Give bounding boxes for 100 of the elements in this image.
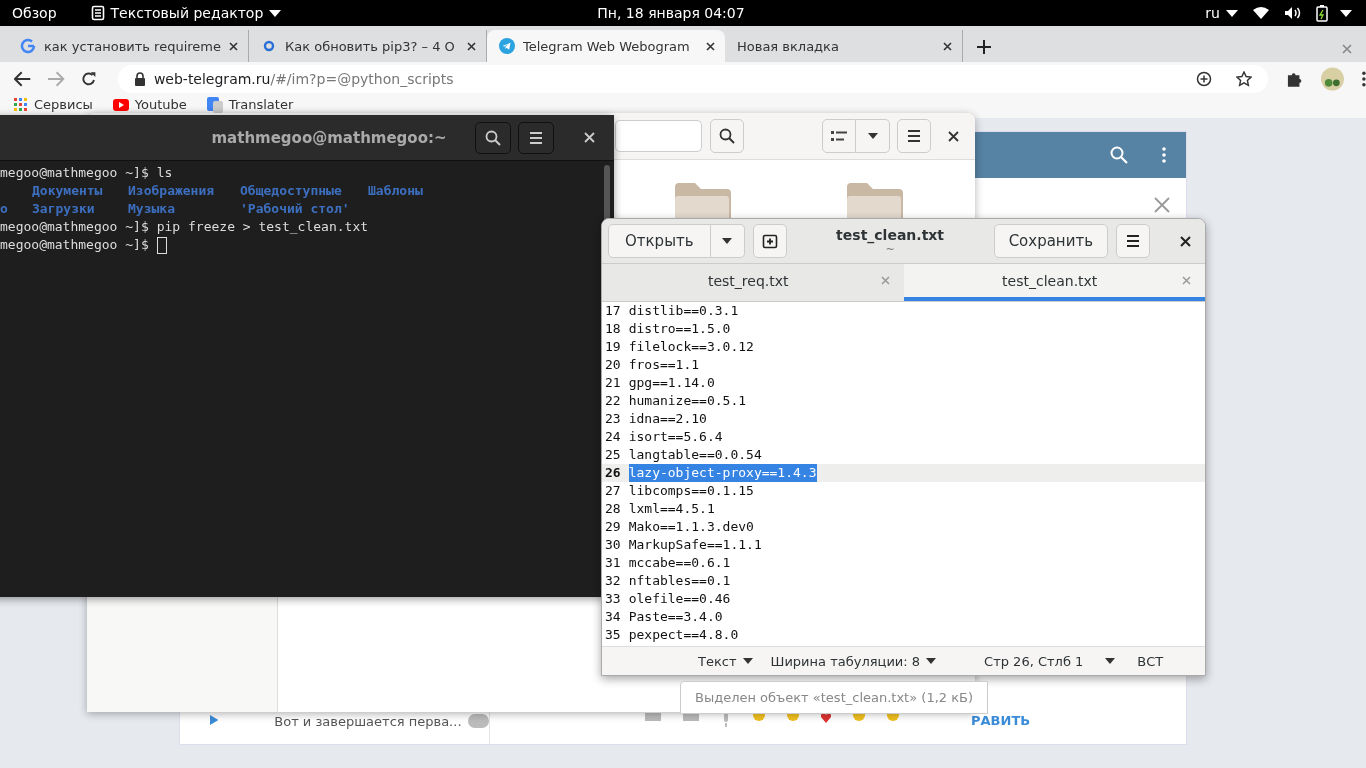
line-number: 20 xyxy=(605,356,621,374)
extensions-icon[interactable] xyxy=(1285,70,1304,88)
search-button[interactable] xyxy=(475,121,511,154)
list-icon xyxy=(831,130,847,142)
bookmark-link[interactable]: Сервисы xyxy=(14,97,93,113)
code-line: distlib==0.3.1 xyxy=(628,302,739,320)
line-number: 19 xyxy=(605,338,621,356)
terminal-prompt: megoo@mathmegoo ~]$ xyxy=(0,236,149,254)
code-line: isort==5.6.4 xyxy=(628,428,723,446)
close-icon[interactable] xyxy=(1180,235,1191,247)
more-icon[interactable] xyxy=(1162,147,1166,163)
app-menu[interactable]: Текстовый редактор xyxy=(90,5,282,21)
code-line: MarkupSafe==1.1.1 xyxy=(628,536,762,554)
window-title: test_clean.txt xyxy=(836,226,945,243)
caret-icon xyxy=(269,9,282,17)
terminal-command: ls xyxy=(156,164,173,182)
activities-button[interactable]: Обзор xyxy=(12,5,57,21)
keyboard-layout-menu[interactable]: ru xyxy=(1205,5,1238,21)
chat-preview[interactable]: Вот и завершается перва... xyxy=(274,714,462,729)
terminal-prompt: megoo@mathmegoo ~]$ xyxy=(0,164,149,182)
bookmark-link[interactable]: Translater xyxy=(206,97,294,113)
tooltip: Выделен объект «test_clean.txt» (1,2 кБ) xyxy=(680,681,989,714)
open-button[interactable]: Открыть xyxy=(608,224,711,258)
profile-avatar[interactable] xyxy=(1321,67,1345,91)
document-tab[interactable]: test_clean.txt xyxy=(903,264,1205,301)
bookmark-link[interactable]: Youtube xyxy=(112,97,187,113)
language-dropdown[interactable]: Текст xyxy=(698,653,753,669)
view-options-button[interactable] xyxy=(856,119,890,153)
code-line: Mako==1.1.3.dev0 xyxy=(628,518,754,536)
line-number: 33 xyxy=(605,590,621,608)
lock-icon xyxy=(133,72,146,86)
new-tab-icon xyxy=(761,233,778,249)
browser-tab[interactable]: Telegram Web Webogram xyxy=(487,30,725,62)
tab-width-dropdown[interactable]: Ширина табуляции: 8 xyxy=(770,653,937,669)
wifi-icon[interactable] xyxy=(1252,6,1270,20)
line-number: 34 xyxy=(605,608,621,626)
line-number: 29 xyxy=(605,518,621,536)
play-icon xyxy=(210,714,219,726)
translate-icon xyxy=(206,97,223,113)
menu-icon[interactable] xyxy=(1362,71,1366,87)
address-bar[interactable]: web-telegram.ru/#/im?p=@python_scripts xyxy=(117,65,1268,93)
code-line: pexpect==4.8.0 xyxy=(628,626,739,644)
close-tab-icon[interactable] xyxy=(467,41,476,51)
search-icon xyxy=(719,128,735,144)
code-line: mccabe==0.6.1 xyxy=(628,554,731,572)
path-field[interactable] xyxy=(615,120,702,152)
reload-icon[interactable] xyxy=(80,71,96,87)
code-line: filelock==3.0.12 xyxy=(628,338,754,356)
code-line: distro==1.5.0 xyxy=(628,320,731,338)
close-tab-icon[interactable] xyxy=(229,41,238,51)
line-number: 18 xyxy=(605,320,621,338)
google-icon xyxy=(20,38,36,54)
bookmark-star-icon[interactable] xyxy=(1235,71,1252,87)
view-list-button[interactable] xyxy=(822,119,856,153)
code-line: Paste==3.4.0 xyxy=(628,608,723,626)
volume-icon[interactable] xyxy=(1284,6,1302,20)
apps-grid-icon xyxy=(14,98,28,112)
menu-icon xyxy=(529,131,543,144)
heart-icon[interactable] xyxy=(821,713,831,723)
code-line: langtable==0.0.54 xyxy=(628,446,762,464)
cursor-position: Стр 26, Стлб 1 xyxy=(984,653,1084,669)
line-number: 24 xyxy=(605,428,621,446)
search-icon[interactable] xyxy=(1110,146,1128,164)
menu-button[interactable] xyxy=(518,121,554,154)
line-number: 30 xyxy=(605,536,621,554)
close-icon[interactable] xyxy=(948,130,959,142)
directory-name: 'Рабочий стол' xyxy=(240,200,351,218)
window-subtitle: ~ xyxy=(885,242,895,256)
code-line: idna==2.10 xyxy=(628,410,707,428)
notepad-icon xyxy=(90,5,105,21)
close-tab-icon[interactable] xyxy=(943,41,952,51)
terminal-prompt: megoo@mathmegoo ~]$ xyxy=(0,218,149,236)
save-button[interactable]: Сохранить xyxy=(993,224,1108,258)
clock[interactable]: Пн, 18 января 04:07 xyxy=(597,5,745,21)
document-tab[interactable]: test_req.txt xyxy=(602,264,904,301)
text-cursor xyxy=(156,237,167,254)
close-window-icon[interactable] xyxy=(1342,44,1352,54)
ring-icon xyxy=(261,38,277,54)
back-icon[interactable] xyxy=(14,71,32,87)
directory-name: о xyxy=(0,200,9,218)
send-button[interactable]: РАВИТЬ xyxy=(971,713,1031,728)
line-number: 32 xyxy=(605,572,621,590)
code-line: humanize==0.5.1 xyxy=(628,392,747,410)
line-number: 21 xyxy=(605,374,621,392)
system-menu-caret-icon[interactable] xyxy=(1340,9,1352,17)
line-number: 27 xyxy=(605,482,621,500)
dropdown-caret-icon[interactable] xyxy=(1105,658,1116,664)
close-tab-icon[interactable] xyxy=(706,41,715,51)
caret-icon xyxy=(867,133,878,139)
recent-files-button[interactable] xyxy=(710,224,745,258)
directory-name: Документы xyxy=(32,182,104,200)
insert-mode-indicator[interactable]: ВСТ xyxy=(1137,653,1164,669)
line-number: 26 xyxy=(605,464,621,482)
line-number: 28 xyxy=(605,500,621,518)
caret-icon xyxy=(742,658,753,664)
menu-icon xyxy=(1126,235,1140,247)
caret-icon xyxy=(926,658,937,664)
battery-icon[interactable] xyxy=(1316,4,1328,22)
new-tab-button[interactable] xyxy=(977,40,991,54)
add-circle-icon[interactable] xyxy=(1195,71,1212,87)
